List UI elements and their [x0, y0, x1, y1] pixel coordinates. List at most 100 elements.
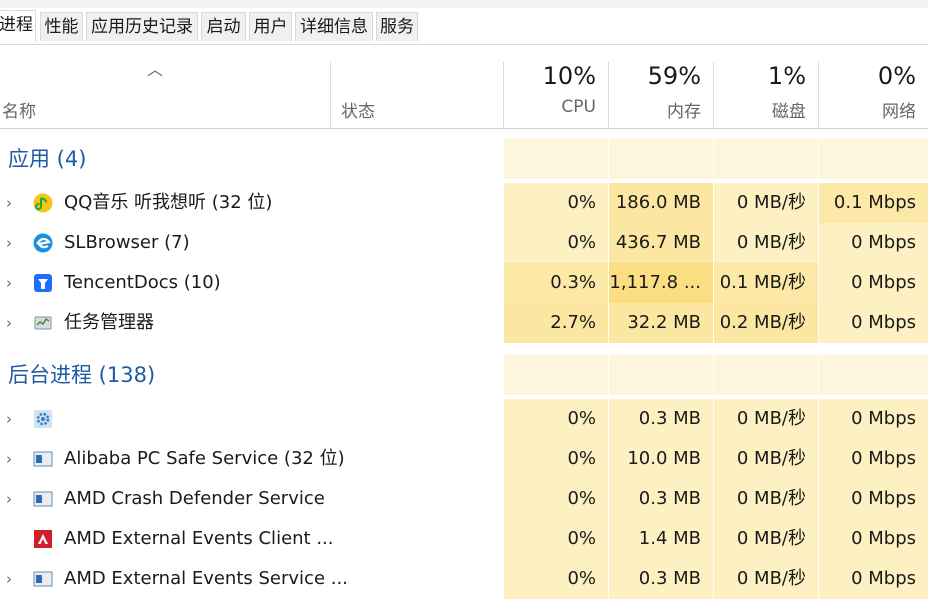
chevron-right-icon[interactable]: › [6, 559, 20, 599]
disk-value: 0 MB/秒 [713, 183, 818, 223]
process-name: QQ音乐 听我想听 (32 位) [64, 192, 273, 213]
cpu-value: 0% [503, 519, 608, 559]
disk-value: 0 MB/秒 [713, 559, 818, 599]
disk-value: 0 MB/秒 [713, 399, 818, 439]
process-name: AMD External Events Client ... [64, 528, 334, 549]
network-value: 0 Mbps [818, 479, 928, 519]
cpu-total: 10% [542, 62, 596, 90]
table-row[interactable]: › TencentDocs (10) 0.3% 1,117.8 ... 0.1 … [0, 263, 928, 303]
process-name: TencentDocs (10) [64, 272, 221, 293]
process-list: 应用 (4) › QQ音乐 听我想听 (32 位) 0% 186.0 MB 0 … [0, 129, 928, 609]
tab-app-history[interactable]: 应用历史记录 [86, 12, 198, 41]
tencentdocs-icon [34, 274, 52, 292]
name-column-header[interactable]: ︿ 名称 [0, 60, 330, 128]
memory-value: 0.3 MB [608, 479, 713, 519]
disk-value: 0 MB/秒 [713, 439, 818, 479]
service-icon [33, 571, 53, 587]
tab-startup[interactable]: 启动 [201, 12, 246, 41]
process-name: 任务管理器 [64, 312, 154, 333]
disk-value: 0 MB/秒 [713, 479, 818, 519]
network-column-label: 网络 [882, 102, 916, 122]
cpu-value: 0% [503, 399, 608, 439]
cpu-value: 0% [503, 183, 608, 223]
process-name: SLBrowser (7) [64, 232, 190, 253]
memory-column-header[interactable]: 59% 内存 [608, 62, 713, 128]
process-name: Alibaba PC Safe Service (32 位) [64, 448, 345, 469]
memory-value: 0.3 MB [608, 399, 713, 439]
process-name: AMD External Events Service ... [64, 568, 348, 589]
table-row[interactable]: › QQ音乐 听我想听 (32 位) 0% 186.0 MB 0 MB/秒 0.… [0, 183, 928, 223]
column-header: ︿ 名称 状态 10% CPU 59% 内存 1% 磁盘 0% 网络 [0, 60, 928, 129]
disk-value: 0.2 MB/秒 [713, 303, 818, 343]
memory-value: 436.7 MB [608, 223, 713, 263]
cpu-column-header[interactable]: 10% CPU [503, 62, 608, 128]
table-row[interactable]: › 任务管理器 2.7% 32.2 MB 0.2 MB/秒 0 Mbps [0, 303, 928, 343]
group-title-background: 后台进程 (138) [8, 363, 156, 387]
group-header-apps[interactable]: 应用 (4) [0, 139, 928, 179]
chevron-right-icon[interactable]: › [6, 183, 20, 223]
table-row[interactable]: › AMD Crash Defender Service 0% 0.3 MB 0… [0, 479, 928, 519]
network-value: 0 Mbps [818, 263, 928, 303]
amd-icon [34, 530, 52, 548]
tab-users[interactable]: 用户 [249, 12, 292, 41]
window-title-strip [0, 0, 928, 8]
chevron-right-icon[interactable]: › [6, 439, 20, 479]
cpu-value: 0% [503, 559, 608, 599]
cpu-value: 0% [503, 479, 608, 519]
disk-value: 0 MB/秒 [713, 223, 818, 263]
chevron-right-icon[interactable]: › [6, 263, 20, 303]
disk-total: 1% [767, 62, 806, 90]
qqmusic-icon [33, 193, 53, 213]
network-value: 0 Mbps [818, 519, 928, 559]
memory-value: 10.0 MB [608, 439, 713, 479]
service-icon [33, 451, 53, 467]
memory-value: 1.4 MB [608, 519, 713, 559]
network-value: 0 Mbps [818, 399, 928, 439]
tab-services[interactable]: 服务 [376, 12, 418, 41]
name-column-label: 名称 [2, 102, 36, 122]
status-column-header[interactable]: 状态 [330, 62, 503, 128]
process-name: AMD Crash Defender Service [64, 488, 325, 509]
sort-up-icon: ︿ [147, 60, 164, 79]
network-value: 0 Mbps [818, 303, 928, 343]
table-row[interactable]: › SLBrowser (7) 0% 436.7 MB 0 MB/秒 0 Mbp… [0, 223, 928, 263]
network-total: 0% [877, 62, 916, 90]
disk-value: 0.1 MB/秒 [713, 263, 818, 303]
chevron-right-icon[interactable]: › [6, 479, 20, 519]
disk-column-label: 磁盘 [772, 102, 806, 122]
taskmanager-icon [34, 316, 52, 330]
cpu-value: 0% [503, 223, 608, 263]
cpu-value: 2.7% [503, 303, 608, 343]
chevron-right-icon[interactable]: › [6, 303, 20, 343]
network-value: 0 Mbps [818, 439, 928, 479]
tab-details[interactable]: 详细信息 [295, 12, 373, 41]
disk-column-header[interactable]: 1% 磁盘 [713, 62, 818, 128]
tab-processes[interactable]: 进程 [0, 10, 36, 42]
memory-value: 186.0 MB [608, 183, 713, 223]
table-row[interactable]: › 0% 0.3 MB 0 MB/秒 0 Mbps [0, 399, 928, 439]
table-row[interactable]: AMD External Events Client ... 0% 1.4 MB… [0, 519, 928, 559]
memory-value: 0.3 MB [608, 559, 713, 599]
chevron-right-icon[interactable]: › [6, 223, 20, 263]
memory-total: 59% [647, 62, 701, 90]
memory-value: 1,117.8 ... [608, 263, 713, 303]
network-column-header[interactable]: 0% 网络 [818, 62, 928, 128]
table-row[interactable]: › Alibaba PC Safe Service (32 位) 0% 10.0… [0, 439, 928, 479]
status-column-label: 状态 [341, 102, 375, 122]
slbrowser-icon [33, 233, 53, 253]
group-title-apps: 应用 (4) [8, 147, 87, 171]
memory-column-label: 内存 [667, 102, 701, 122]
tab-bar: 进程 性能 应用历史记录 启动 用户 详细信息 服务 [0, 8, 928, 45]
disk-value: 0 MB/秒 [713, 519, 818, 559]
network-value: 0 Mbps [818, 223, 928, 263]
cpu-value: 0.3% [503, 263, 608, 303]
network-value: 0 Mbps [818, 559, 928, 599]
chevron-right-icon[interactable]: › [6, 399, 20, 439]
gear-icon [34, 410, 52, 428]
network-value: 0.1 Mbps [818, 183, 928, 223]
table-row[interactable]: › AMD External Events Service ... 0% 0.3… [0, 559, 928, 599]
cpu-value: 0% [503, 439, 608, 479]
tab-performance[interactable]: 性能 [40, 12, 83, 41]
cpu-column-label: CPU [561, 97, 596, 117]
group-header-background[interactable]: 后台进程 (138) [0, 355, 928, 395]
